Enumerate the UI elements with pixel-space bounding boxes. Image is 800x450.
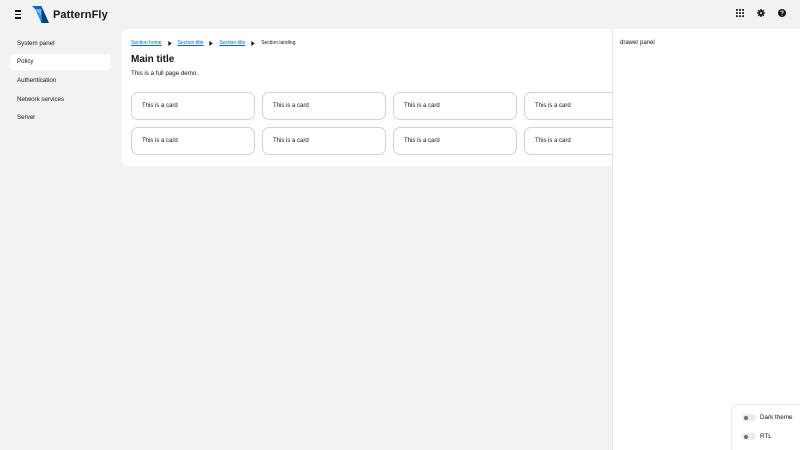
sidebar-item-policy[interactable]: Policy: [10, 53, 111, 70]
sidebar-item-label: System panel: [17, 39, 55, 47]
card[interactable]: This is a card: [262, 127, 386, 155]
page-title: Main title: [131, 54, 175, 65]
gear-icon[interactable]: [757, 9, 765, 17]
rtl-label: RTL: [760, 433, 772, 440]
card-text: This is a card: [273, 138, 309, 144]
card-text: This is a card: [142, 103, 178, 109]
card[interactable]: This is a card: [131, 127, 255, 155]
toggle-switch[interactable]: [742, 414, 756, 421]
card[interactable]: This is a card: [393, 127, 517, 155]
theme-switcher-panel: Dark theme RTL: [731, 404, 800, 450]
breadcrumb: Section home Section title Section title…: [131, 40, 296, 46]
dark-theme-label: Dark theme: [760, 414, 793, 421]
main-content: Section home Section title Section title…: [121, 29, 648, 166]
masthead-tools: [736, 9, 786, 17]
sidebar-item-label: Authentication: [17, 76, 57, 84]
sidebar-nav: System panel Policy Authentication Netwo…: [10, 35, 111, 128]
rtl-toggle[interactable]: RTL: [742, 433, 772, 440]
card[interactable]: This is a card: [393, 92, 517, 120]
card-text: This is a card: [273, 103, 309, 109]
grid-icon[interactable]: [736, 9, 744, 17]
chevron-right-icon: [167, 40, 172, 46]
sidebar-item-network-services[interactable]: Network services: [10, 91, 111, 107]
brand-logo[interactable]: PatternFly: [32, 6, 108, 23]
card-text: This is a card: [404, 138, 440, 144]
card-text: This is a card: [535, 103, 571, 109]
sidebar-item-system-panel[interactable]: System panel: [10, 35, 111, 51]
toggle-switch[interactable]: [742, 433, 756, 440]
drawer-panel: drawer panel: [612, 29, 800, 450]
drawer-panel-text: drawer panel: [620, 40, 655, 46]
dark-theme-toggle[interactable]: Dark theme: [742, 414, 793, 421]
card-text: This is a card: [404, 103, 440, 109]
patternfly-logo-icon: [32, 6, 49, 23]
chevron-right-icon: [209, 40, 214, 46]
chevron-right-icon: [251, 40, 255, 46]
sidebar-item-label: Server: [17, 114, 36, 122]
card-text: This is a card: [535, 138, 571, 144]
masthead: PatternFly: [0, 0, 800, 29]
breadcrumb-link-home[interactable]: Section home: [131, 40, 162, 46]
page-description: This is a full page demo.: [131, 70, 199, 77]
help-icon[interactable]: [778, 9, 786, 17]
breadcrumb-link-section[interactable]: Section title: [178, 40, 204, 46]
brand-name: PatternFly: [53, 8, 108, 21]
card[interactable]: This is a card: [131, 92, 255, 120]
sidebar-item-server[interactable]: Server: [10, 110, 111, 126]
sidebar-item-label: Network services: [17, 95, 65, 103]
sidebar-item-label: Policy: [17, 58, 34, 66]
breadcrumb-current: Section landing: [261, 40, 296, 46]
breadcrumb-link-section[interactable]: Section title: [219, 40, 245, 46]
card-text: This is a card: [142, 138, 178, 144]
card[interactable]: This is a card: [262, 92, 386, 120]
hamburger-menu-icon[interactable]: [11, 8, 25, 21]
sidebar-item-authentication[interactable]: Authentication: [10, 72, 111, 88]
